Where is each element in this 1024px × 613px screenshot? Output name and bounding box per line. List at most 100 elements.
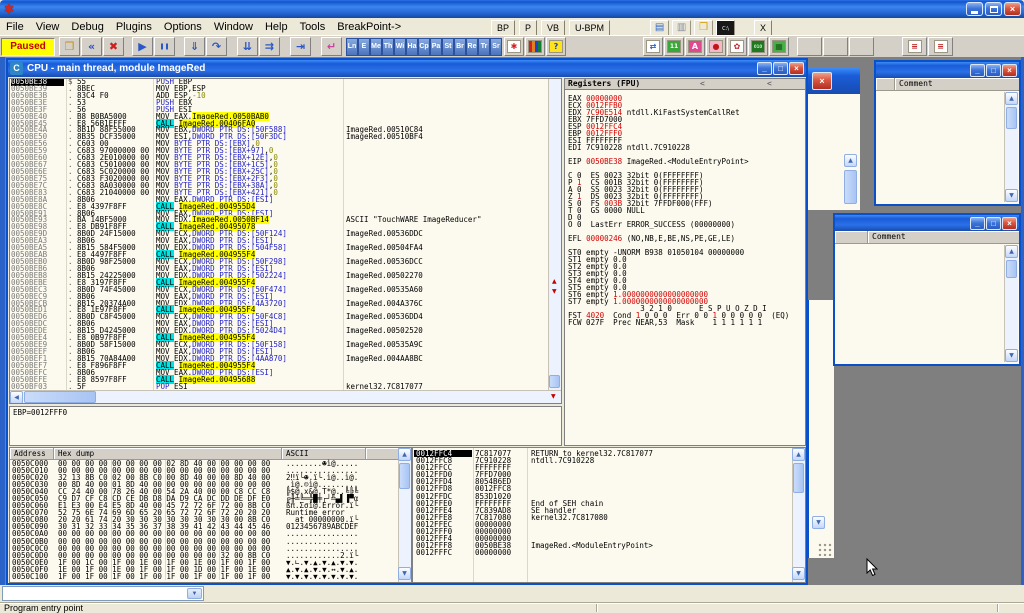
menu-window[interactable]: Window: [208, 20, 259, 34]
register-line[interactable]: EFL 00000246 (NO,NB,E,BE,NS,PE,GE,LE): [568, 232, 805, 239]
register-line[interactable]: ST6 empty 1.0000000000000000000: [568, 288, 805, 295]
stack-row[interactable]: 0012FFC47C817077RETURN to kernel32.7C817…: [413, 450, 805, 457]
toolbar-letter-sr-button[interactable]: Sr: [490, 38, 502, 56]
scroll-marker-down-icon[interactable]: ▼: [552, 289, 557, 295]
app-titlebar[interactable]: ✱ ×: [0, 0, 1024, 18]
scroll-down-icon[interactable]: ▼: [812, 516, 825, 529]
toolbar-letter-tr-button[interactable]: Tr: [478, 38, 490, 56]
register-line[interactable]: EBP 0012FFF0: [568, 127, 805, 134]
menu-plugins[interactable]: Plugins: [110, 20, 158, 34]
restart-button[interactable]: «: [81, 37, 102, 56]
register-line[interactable]: EDX 7C90E514 ntdll.KiFastSystemCallRet: [568, 106, 805, 113]
register-line[interactable]: S 0 FS 003B 32bit 7FFDF000(FFF): [568, 197, 805, 204]
register-line[interactable]: EDI 7C910228 ntdll.7C910228: [568, 141, 805, 148]
plugin-button-bp[interactable]: BP: [491, 20, 515, 36]
dump-row[interactable]: 0050C1001F 00 1F 00 1F 00 1F 00 1F 00 1F…: [10, 573, 411, 580]
log-window-icon[interactable]: ▤: [650, 20, 669, 36]
register-line[interactable]: ECX 0012FFB0: [568, 99, 805, 106]
scrollbar-thumb[interactable]: [1006, 107, 1017, 129]
register-line[interactable]: EAX 00000000: [568, 92, 805, 99]
scroll-down-icon[interactable]: ▼: [792, 567, 805, 580]
appearance-options-button[interactable]: ✱: [504, 37, 524, 56]
menu-help[interactable]: Help: [259, 20, 294, 34]
command-input[interactable]: [4, 588, 186, 599]
disasm-row[interactable]: 0050BEFE.E8 8597F8FFCALL ImageRed.004956…: [10, 377, 549, 384]
scroll-up-icon[interactable]: ▲: [1005, 92, 1018, 105]
register-line[interactable]: 3 2 1 0 E S P U O Z D I: [568, 302, 805, 309]
register-line[interactable]: ST4 empty 0.0: [568, 274, 805, 281]
comment-vscrollbar[interactable]: ▲ ▼: [1004, 92, 1018, 202]
register-line[interactable]: ST3 empty 0.0: [568, 267, 805, 274]
collapse-left-icon[interactable]: <: [700, 79, 705, 89]
stack-row[interactable]: 0012FFCCFFFFFFFF: [413, 464, 805, 471]
binary-button[interactable]: 010: [748, 37, 768, 56]
stack-row[interactable]: 0012FFE0FFFFFFFFEnd of SEH chain: [413, 500, 805, 507]
scrollbar-thumb[interactable]: [793, 463, 804, 493]
go-to-origin-button[interactable]: ↵: [321, 37, 342, 56]
patch-window-button[interactable]: ▦: [769, 37, 789, 56]
maximize-icon[interactable]: □: [986, 217, 1001, 230]
close-program-button[interactable]: ✖: [103, 37, 124, 56]
toolbar-letter-me-button[interactable]: Me: [370, 38, 382, 56]
close-icon[interactable]: ×: [1002, 64, 1017, 77]
assemble-button[interactable]: A: [685, 37, 705, 56]
stack-row[interactable]: 0012FFE87C817080kernel32.7C817080: [413, 514, 805, 521]
dump-vscrollbar[interactable]: ▲ ▼: [398, 448, 411, 582]
maximize-icon[interactable]: □: [986, 64, 1001, 77]
command-combobox[interactable]: ▼: [2, 586, 204, 601]
stack-row[interactable]: 0012FFF80050BE38ImageRed.<ModuleEntryPoi…: [413, 542, 805, 549]
close-icon[interactable]: ×: [1002, 217, 1017, 230]
registers-pane-title[interactable]: Registers (FPU) < <: [565, 79, 805, 90]
swap-panes-button[interactable]: ⇄: [643, 37, 663, 56]
register-line[interactable]: FST 4020 Cond 1 0 0 0 Err 0 0 1 0 0 0 0 …: [568, 309, 805, 316]
step-into-button[interactable]: ⇓: [184, 37, 205, 56]
trace-button[interactable]: ✿: [727, 37, 747, 56]
plugin-button-u-bpm[interactable]: U-BPM: [569, 20, 610, 36]
console-icon[interactable]: C:\: [716, 20, 735, 36]
toolbar-letter-ln-button[interactable]: Ln: [346, 38, 358, 56]
pause-button[interactable]: ❚❚: [154, 37, 175, 56]
stack-row[interactable]: 0012FFE47C839AD8SE handler: [413, 507, 805, 514]
scroll-marker-up-icon[interactable]: ▲: [552, 279, 557, 285]
stack-row[interactable]: 0012FFD80012FFC8: [413, 485, 805, 492]
register-line[interactable]: ST7 empty 1.0000000000000000000: [568, 295, 805, 302]
scroll-up-icon[interactable]: ▲: [844, 154, 857, 167]
register-line[interactable]: EIP 0050BE38 ImageRed.<ModuleEntryPoint>: [568, 155, 805, 162]
stack-row[interactable]: 0012FFDC853D1020: [413, 493, 805, 500]
disasm-row[interactable]: 0050BE3E.53PUSH EBX: [10, 100, 549, 107]
animate-over-button[interactable]: ⇉: [259, 37, 280, 56]
step-over-button[interactable]: ↷: [206, 37, 227, 56]
text-file-icon[interactable]: ▥: [672, 20, 691, 36]
menu-breakpoint-[interactable]: BreakPoint->: [331, 20, 407, 34]
plugin-button-p[interactable]: P: [519, 20, 537, 36]
close-icon[interactable]: ×: [812, 72, 832, 90]
run-button[interactable]: ▶: [132, 37, 153, 56]
scroll-down-icon[interactable]: ▼: [1005, 189, 1018, 202]
disasm-row[interactable]: 0050BE3B.83C4 F0ADD ESP,-10: [10, 93, 549, 100]
close-icon[interactable]: ×: [1004, 2, 1021, 16]
animate-into-button[interactable]: ⇊: [237, 37, 258, 56]
register-line[interactable]: A 0 SS 0023 32bit 0(FFFFFFFF): [568, 183, 805, 190]
maximize-icon[interactable]: [985, 2, 1002, 16]
stack-row[interactable]: 0012FFEC00000000: [413, 521, 805, 528]
close-icon[interactable]: ×: [789, 62, 804, 75]
scroll-down-icon[interactable]: ▼: [551, 394, 556, 400]
minimize-icon[interactable]: [966, 2, 983, 16]
toolbar-letter-pa-button[interactable]: Pa: [430, 38, 442, 56]
disassembly-hscrollbar[interactable]: ◀ ▼: [10, 390, 562, 403]
toolbar-letter-e-button[interactable]: E: [358, 38, 370, 56]
stack-row[interactable]: 0012FFD48054B6ED: [413, 478, 805, 485]
scroll-down-icon[interactable]: ▼: [398, 567, 411, 580]
minimize-icon[interactable]: _: [757, 62, 772, 75]
register-line[interactable]: Z 1 DS 0023 32bit 0(FFFFFFFF): [568, 190, 805, 197]
minimize-icon[interactable]: _: [970, 217, 985, 230]
comment-window-titlebar[interactable]: _ □ ×: [835, 215, 1019, 231]
scroll-down-icon[interactable]: ▼: [1005, 349, 1018, 362]
toolbar-letter-st-button[interactable]: St: [442, 38, 454, 56]
toolbar-letter-cp-button[interactable]: Cp: [418, 38, 430, 56]
plugin-close-button[interactable]: X: [754, 20, 772, 36]
scrollbar-thumb[interactable]: [844, 170, 857, 204]
stack-row[interactable]: 0012FFF000000000: [413, 528, 805, 535]
scroll-up-icon[interactable]: ▲: [1005, 245, 1018, 258]
plugin-button-vb[interactable]: VB: [541, 20, 565, 36]
